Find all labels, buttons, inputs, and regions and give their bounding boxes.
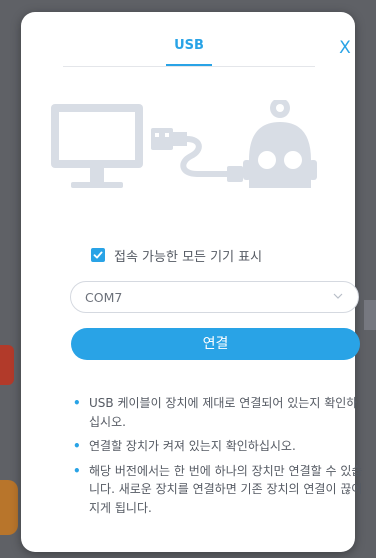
tab-divider [63, 66, 315, 67]
usb-connection-illustration [51, 100, 317, 188]
note-text: USB 케이블이 장치에 제대로 연결되어 있는지 확인하십시오. [89, 396, 358, 429]
port-select-value: COM7 [85, 289, 123, 305]
port-select[interactable]: COM7 [70, 281, 359, 313]
show-all-devices-checkbox[interactable] [91, 248, 105, 262]
list-item: • USB 케이블이 장치에 제대로 연결되어 있는지 확인하십시오. [69, 394, 365, 431]
robot-icon [243, 100, 317, 188]
list-item: • 해당 버전에서는 한 번에 하나의 장치만 연결할 수 있습니다. 새로운 장… [69, 462, 365, 518]
background-app-element [0, 480, 18, 535]
background-app-element [0, 345, 14, 385]
tab-usb[interactable]: USB [166, 38, 212, 66]
close-button[interactable]: X [335, 38, 355, 58]
connection-notes: • USB 케이블이 장치에 제대로 연결되어 있는지 확인하십시오. • 연결할 … [69, 394, 365, 523]
note-text: 해당 버전에서는 한 번에 하나의 장치만 연결할 수 있습니다. 새로운 장치… [89, 463, 363, 515]
bullet-icon: • [73, 439, 81, 453]
monitor-icon [51, 104, 143, 188]
bullet-icon: • [73, 463, 81, 478]
background-app-element [364, 300, 376, 330]
check-icon [93, 251, 103, 259]
usb-cable-icon [151, 128, 243, 182]
note-text: 연결할 장치가 켜져 있는지 확인하십시오. [89, 439, 296, 453]
chevron-down-icon [333, 293, 343, 299]
close-icon: X [339, 38, 351, 58]
usb-connect-dialog: USB X 접속 가능한 모든 기기 표시 COM7 연결 • USB 케이블이… [21, 12, 362, 552]
list-item: • 연결할 장치가 켜져 있는지 확인하십시오. [69, 437, 365, 456]
show-all-devices-label: 접속 가능한 모든 기기 표시 [114, 249, 263, 265]
show-all-devices-option[interactable]: 접속 가능한 모든 기기 표시 [91, 245, 262, 265]
bullet-icon: • [73, 396, 81, 410]
connect-button[interactable]: 연결 [71, 328, 360, 360]
